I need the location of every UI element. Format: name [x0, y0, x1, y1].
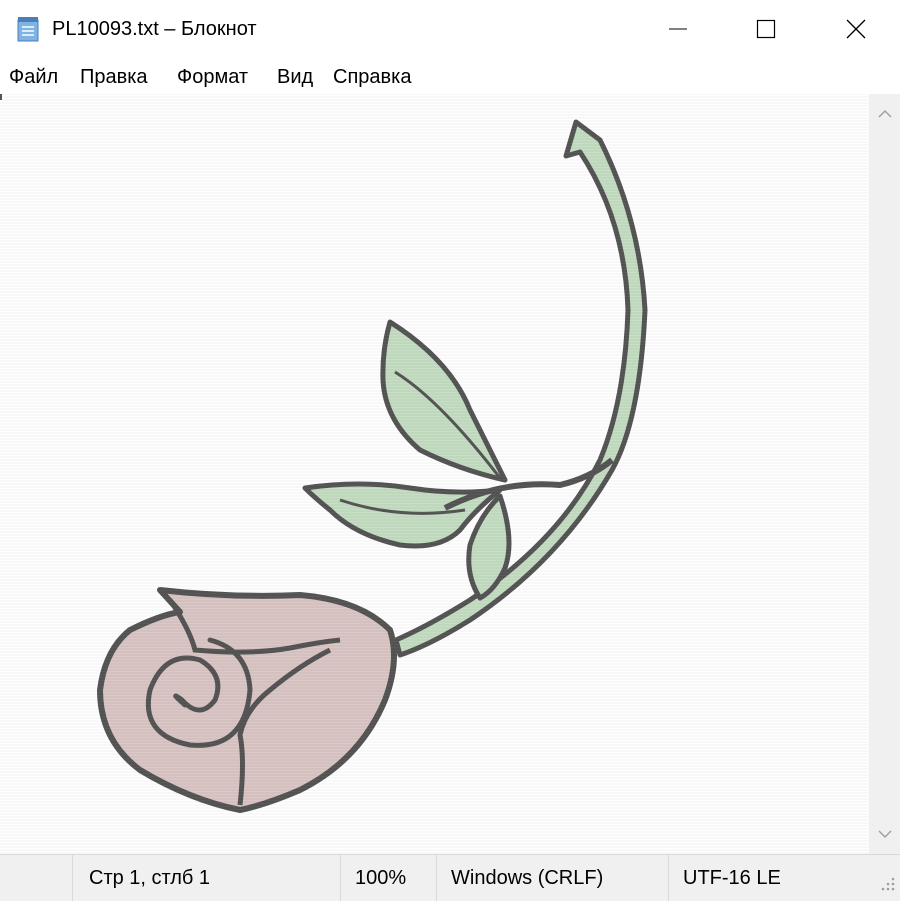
- status-bar: Стр 1, стлб 1 100% Windows (CRLF) UTF-16…: [0, 854, 900, 901]
- close-icon: [846, 19, 866, 39]
- chevron-down-icon: [877, 830, 892, 839]
- menu-view[interactable]: Вид: [277, 65, 313, 89]
- chevron-up-icon: [877, 109, 892, 118]
- menu-help[interactable]: Справка: [333, 65, 411, 89]
- menu-file[interactable]: Файл: [9, 65, 58, 89]
- menu-bar: Файл Правка Формат Вид Справка: [0, 58, 900, 95]
- resize-grip-icon[interactable]: [878, 874, 896, 892]
- scroll-down-button[interactable]: [869, 814, 900, 854]
- minimize-icon: [669, 28, 687, 30]
- vertical-scrollbar[interactable]: [869, 94, 900, 854]
- scroll-up-button[interactable]: [869, 94, 900, 134]
- text-editor[interactable]: [0, 94, 869, 854]
- title-bar: PL10093.txt – Блокнот: [0, 0, 900, 58]
- zoom-level: 100%: [340, 855, 436, 901]
- minimize-button[interactable]: [632, 0, 724, 58]
- maximize-button[interactable]: [720, 0, 812, 58]
- rose-ascii-art: [0, 94, 869, 854]
- line-ending: Windows (CRLF): [436, 855, 668, 901]
- menu-format[interactable]: Формат: [177, 65, 248, 89]
- window-title: PL10093.txt – Блокнот: [52, 18, 257, 40]
- menu-edit[interactable]: Правка: [80, 65, 148, 89]
- notepad-icon: [17, 17, 39, 42]
- cursor-position: Стр 1, стлб 1: [72, 855, 340, 901]
- close-button[interactable]: [810, 0, 900, 58]
- maximize-icon: [756, 19, 776, 39]
- encoding: UTF-16 LE: [668, 855, 868, 901]
